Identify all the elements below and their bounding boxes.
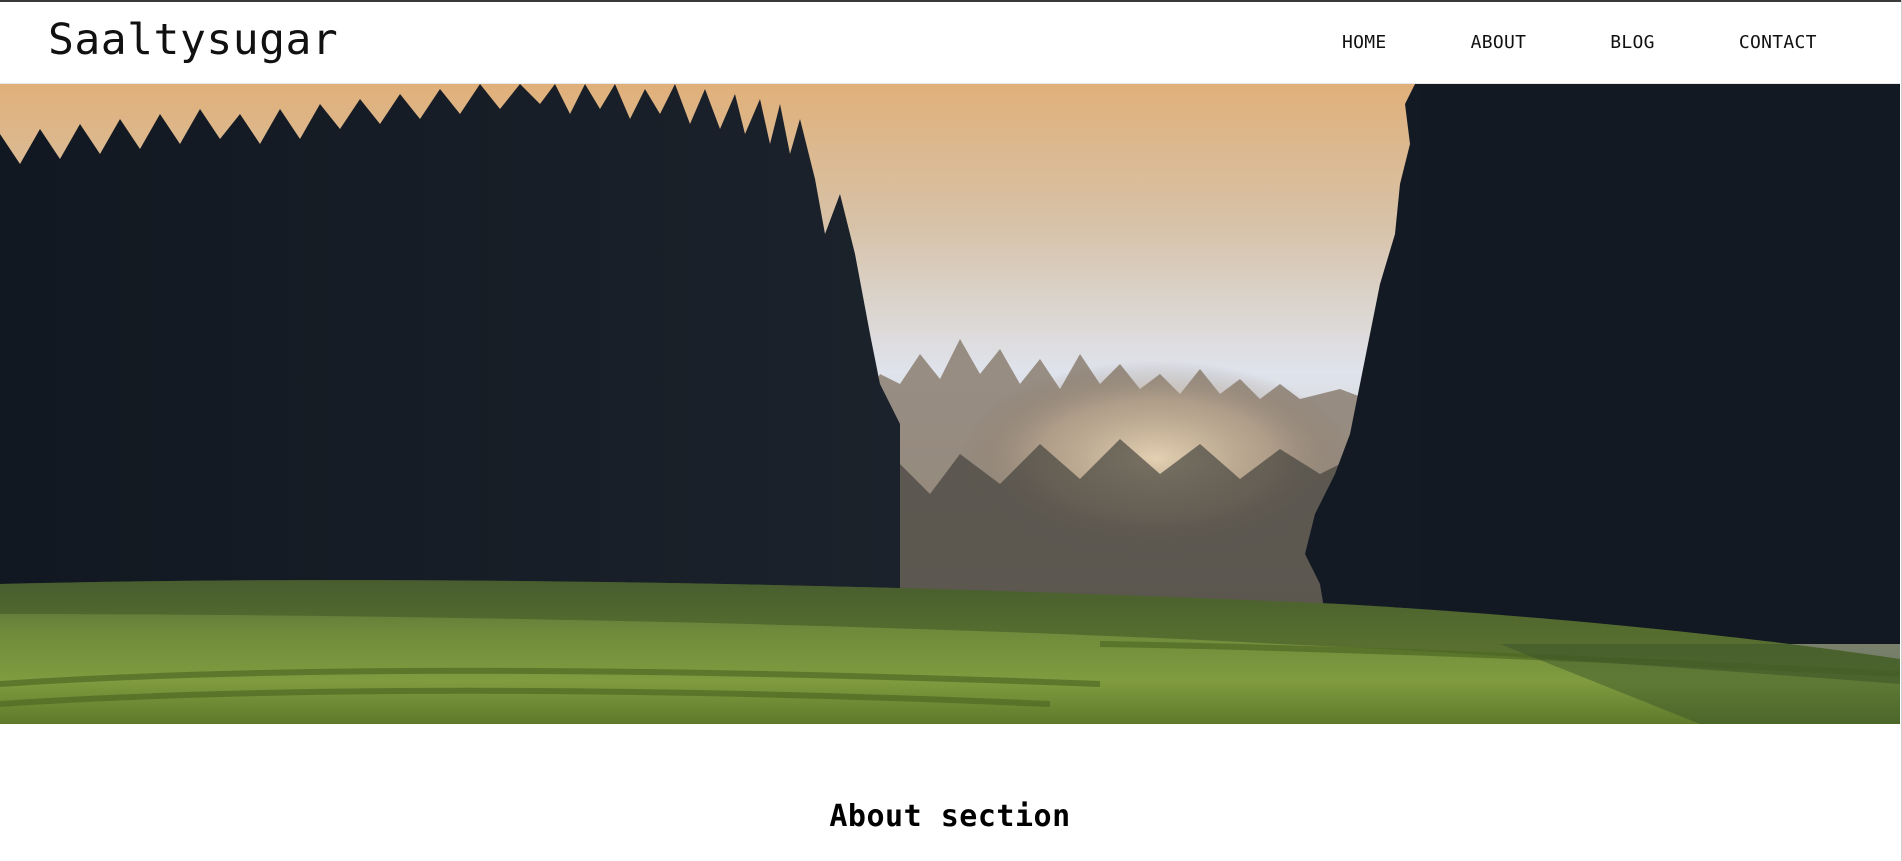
site-logo-text[interactable]: Saaltysugar — [48, 15, 338, 65]
main-nav: HOME ABOUT BLOG CONTACT — [1342, 32, 1817, 53]
navbar: Saaltysugar HOME ABOUT BLOG CONTACT — [0, 2, 1900, 84]
nav-link-about[interactable]: ABOUT — [1471, 32, 1527, 53]
nav-link-home[interactable]: HOME — [1342, 32, 1387, 53]
nav-link-contact[interactable]: CONTACT — [1739, 32, 1817, 53]
about-section-title: About section — [829, 798, 1071, 834]
about-section: About section — [0, 724, 1900, 861]
hero-image — [0, 84, 1900, 724]
hero-forest-illustration — [0, 84, 1900, 724]
nav-link-blog[interactable]: BLOG — [1610, 32, 1655, 53]
